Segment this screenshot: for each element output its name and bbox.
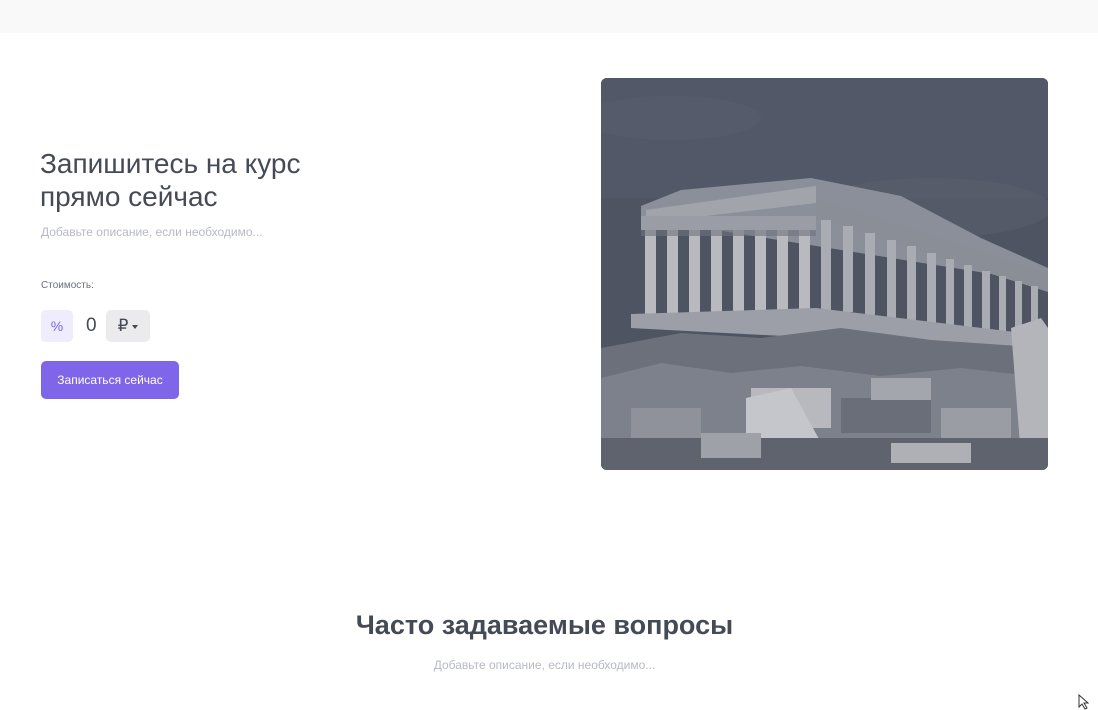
top-bar <box>0 0 1098 33</box>
enroll-button[interactable]: Записаться сейчас <box>41 361 179 399</box>
hero-title: Запишитесь на курс прямо сейчас <box>40 148 301 212</box>
faq-description[interactable]: Добавьте описание, если необходимо... <box>0 658 1089 672</box>
currency-select[interactable]: ₽ <box>106 310 150 342</box>
chevron-down-icon <box>132 325 139 329</box>
price-label: Стоимость: <box>41 280 94 291</box>
hero-description[interactable]: Добавьте описание, если необходимо... <box>41 225 263 239</box>
price-value[interactable]: 0 <box>86 315 106 337</box>
price-row: % 0 ₽ <box>41 310 150 342</box>
course-image[interactable] <box>601 78 1048 470</box>
parthenon-illustration <box>601 78 1048 470</box>
currency-symbol: ₽ <box>117 316 129 335</box>
faq-title: Часто задаваемые вопросы <box>355 610 734 640</box>
mouse-pointer-icon <box>1078 694 1090 710</box>
discount-button[interactable]: % <box>41 310 73 342</box>
